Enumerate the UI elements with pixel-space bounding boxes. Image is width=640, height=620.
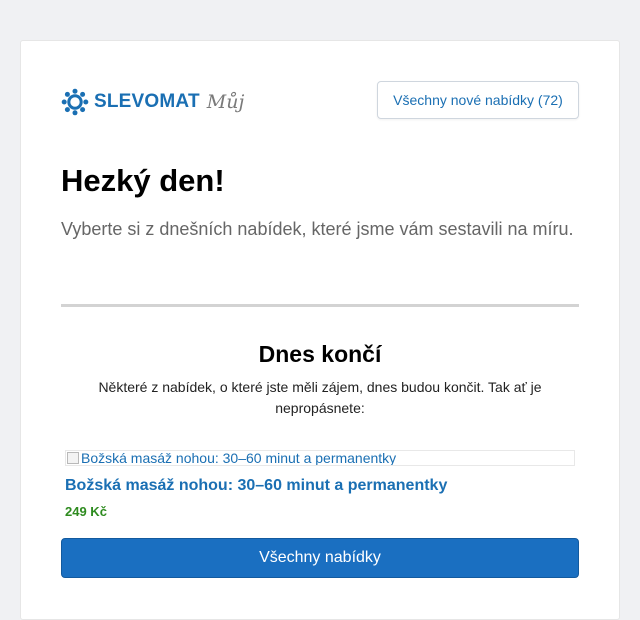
deal-image-alt-text: Božská masáž nohou: 30–60 minut a perman… [81, 450, 397, 466]
email-header: SLEVOMAT Můj Všechny nové nabídky (72) [61, 81, 579, 123]
email-card: SLEVOMAT Můj Všechny nové nabídky (72) H… [20, 40, 620, 620]
section-divider [61, 304, 579, 307]
ending-today-title: Dnes končí [258, 341, 382, 367]
deal-title-link[interactable]: Božská masáž nohou: 30–60 minut a perman… [65, 477, 447, 495]
deal-price: 249 Kč [65, 504, 107, 519]
greeting-title: Hezký den! [61, 163, 225, 198]
logo-suffix: Můj [206, 91, 245, 113]
all-new-offers-button[interactable]: Všechny nové nabídky (72) [377, 81, 579, 119]
all-offers-button[interactable]: Všechny nabídky [61, 538, 579, 578]
slevomat-logo[interactable]: SLEVOMAT Můj [61, 88, 244, 116]
greeting-subtitle: Vyberte si z dnešních nabídek, které jsm… [61, 219, 574, 239]
deal-image[interactable]: Božská masáž nohou: 30–60 minut a perman… [65, 450, 575, 466]
logo-text: SLEVOMAT [94, 91, 200, 112]
gear-icon [61, 88, 89, 116]
ending-today-description: Některé z nabídek, o které jste měli záj… [98, 379, 542, 416]
broken-image-icon [67, 452, 79, 464]
